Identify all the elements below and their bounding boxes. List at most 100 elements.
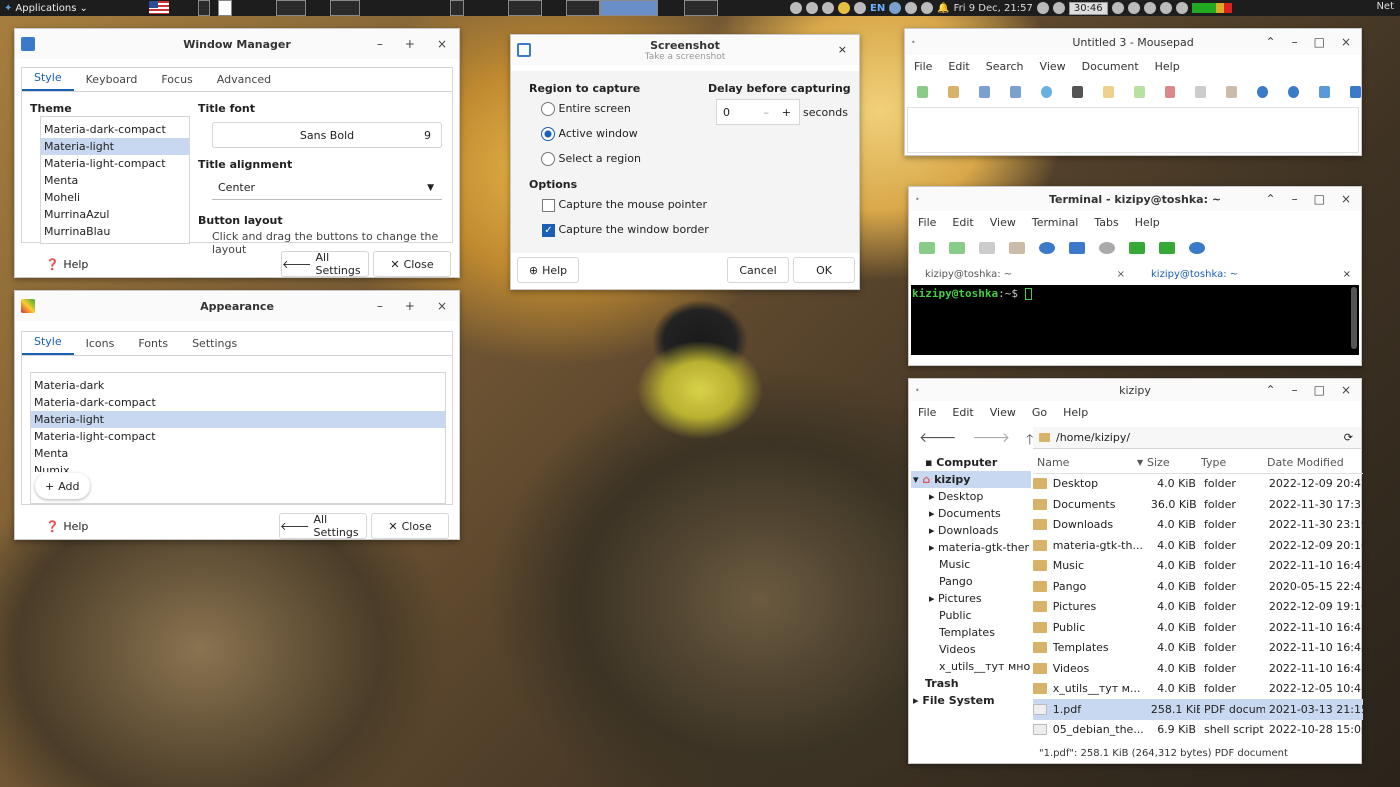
col-date[interactable]: Date Modified (1263, 456, 1363, 469)
tab-style[interactable]: Style (22, 71, 74, 91)
forward-icon[interactable]: 🡒 (973, 429, 1011, 453)
radio-entire-screen[interactable]: Entire screen (541, 102, 631, 116)
tree-item-pictures[interactable]: ▸ Pictures (911, 590, 1031, 607)
list-item[interactable]: Materia-dark-compact (31, 394, 445, 411)
menu-file[interactable]: File (914, 60, 932, 73)
location-bar[interactable]: /home/kizipy/ ⟳ (1033, 427, 1361, 449)
table-row[interactable]: Pictures 4.0 KiB folder 2022-12-09 19:16:58 (1033, 597, 1363, 618)
menu-go[interactable]: Go (1032, 406, 1047, 419)
chevron-up-icon[interactable]: ⌃ (1266, 35, 1276, 49)
save-icon[interactable] (978, 86, 990, 98)
style-list[interactable]: Materia-dark Materia-dark-compact Materi… (30, 372, 446, 504)
workspace-5[interactable] (450, 0, 464, 16)
tray-icon-2[interactable] (806, 2, 818, 14)
minimize-button[interactable]: – (377, 299, 383, 313)
tab-keyboard[interactable]: Keyboard (74, 73, 150, 91)
new-window-icon[interactable] (949, 242, 965, 254)
list-item-selected[interactable]: Materia-light (41, 138, 189, 155)
tree-item-videos[interactable]: Videos (911, 641, 1031, 658)
chevron-up-icon[interactable]: ⌃ (1266, 192, 1276, 206)
copy-icon[interactable] (1195, 86, 1207, 98)
find-icon[interactable] (1257, 86, 1269, 98)
minimize-button[interactable]: – (1292, 192, 1298, 206)
cancel-button[interactable]: Cancel (727, 257, 789, 283)
tray-icon-13[interactable] (1143, 2, 1156, 14)
titlebar[interactable]: Appearance – + × (15, 291, 459, 321)
tray-icon-14[interactable] (1159, 2, 1172, 14)
terminal-output[interactable]: kizipy@toshka:~$ (911, 285, 1359, 355)
tray-icon-11[interactable] (1111, 2, 1124, 14)
us-flag-icon[interactable] (149, 1, 169, 14)
undo-icon[interactable] (1102, 86, 1114, 98)
title-alignment-dropdown[interactable]: Center ▼ (212, 176, 442, 200)
workspace-2[interactable] (218, 0, 232, 16)
tray-icon-4[interactable] (838, 2, 850, 14)
tree-item-templates[interactable]: Templates (911, 624, 1031, 641)
tray-icon-10[interactable] (1052, 2, 1065, 14)
clock[interactable]: Fri 9 Dec, 21:57 (954, 3, 1033, 14)
tab-icons[interactable]: Icons (74, 337, 127, 355)
notification-icon[interactable]: 🔔 (937, 3, 949, 14)
menu-edit[interactable]: Edit (952, 406, 973, 419)
menu-file[interactable]: File (918, 406, 936, 419)
tree-item-computer[interactable]: ▪ Computer (911, 454, 1031, 471)
tree-item-xutils[interactable]: x_utils__тут мно (911, 658, 1031, 675)
checkbox-window-border[interactable]: ✓ Capture the window border (542, 223, 709, 237)
tree-item-public[interactable]: Public (911, 607, 1031, 624)
workspace-7[interactable] (566, 0, 600, 16)
text-editor-area[interactable] (907, 107, 1359, 153)
close-doc-icon[interactable] (1071, 86, 1083, 98)
list-item[interactable]: Materia-light-compact (41, 155, 189, 172)
menu-document[interactable]: Document (1082, 60, 1139, 73)
preferences-icon[interactable] (1099, 242, 1115, 254)
titlebar[interactable]: • Terminal - kizipy@toshka: ~ ⌃ – □ × (909, 187, 1361, 211)
tray-icon-15[interactable] (1175, 2, 1188, 14)
reload-icon[interactable] (1040, 86, 1052, 98)
all-settings-button[interactable]: 🡐 All Settings (279, 513, 367, 539)
chevron-up-icon[interactable]: ⌃ (1266, 383, 1276, 397)
close-window-button[interactable]: × (1341, 383, 1351, 397)
tray-icon-3[interactable] (822, 2, 834, 14)
minimize-button[interactable]: – (1292, 35, 1298, 49)
help-button[interactable]: ⊕ Help (517, 257, 579, 283)
applications-menu[interactable]: ✦ Applications ⌄ (0, 3, 92, 14)
menu-help[interactable]: Help (1063, 406, 1088, 419)
tree-item-home[interactable]: ▾ ⌂ kizipy (911, 471, 1031, 488)
add-button[interactable]: + Add (35, 473, 90, 499)
new-tab-icon[interactable] (919, 242, 935, 254)
table-row[interactable]: Desktop 4.0 KiB folder 2022-12-09 20:42:35 (1033, 474, 1363, 495)
reload-icon[interactable]: ⟳ (1344, 431, 1353, 444)
increment-icon[interactable]: + (782, 106, 791, 119)
checkbox-mouse-pointer[interactable]: Capture the mouse pointer (542, 198, 707, 212)
workspace-1[interactable] (198, 0, 210, 16)
forward-arrow-icon[interactable] (1159, 242, 1175, 254)
menu-edit[interactable]: Edit (948, 60, 969, 73)
workspace-active[interactable] (600, 0, 658, 16)
help-button[interactable]: ❓ Help (31, 513, 103, 539)
paste-icon[interactable] (1009, 242, 1025, 254)
list-item[interactable]: Numix (31, 462, 445, 472)
theme-list[interactable]: Materia-dark-compact Materia-light Mater… (40, 116, 190, 244)
list-item[interactable]: Moheli (41, 189, 189, 206)
close-button[interactable]: ✕ Close (371, 513, 449, 539)
tree-item-music[interactable]: Music (911, 556, 1031, 573)
close-tab-icon[interactable]: × (1117, 269, 1125, 280)
tree-item-downloads[interactable]: ▸ Downloads (911, 522, 1031, 539)
list-item[interactable]: MurrinaBlau (41, 223, 189, 240)
menu-view[interactable]: View (990, 216, 1016, 229)
table-row[interactable]: Public 4.0 KiB folder 2022-11-10 16:43:33 (1033, 617, 1363, 638)
title-font-button[interactable]: Sans Bold 9 (212, 122, 442, 148)
tree-item-desktop[interactable]: ▸ Desktop (911, 488, 1031, 505)
tray-icon-6[interactable] (889, 2, 902, 14)
language-indicator[interactable]: EN (870, 3, 885, 14)
col-name[interactable]: Name (1033, 456, 1137, 469)
list-item[interactable]: Materia-dark-compact (41, 121, 189, 138)
table-row[interactable]: Music 4.0 KiB folder 2022-11-10 16:43:33 (1033, 556, 1363, 577)
tray-icon-9[interactable] (1036, 2, 1049, 14)
titlebar[interactable]: Screenshot Take a screenshot × (511, 35, 859, 65)
close-window-button[interactable]: × (1341, 35, 1351, 49)
cut-icon[interactable] (1164, 86, 1176, 98)
minimize-button[interactable]: – (1292, 383, 1298, 397)
net-label[interactable]: Net (1376, 1, 1394, 12)
new-icon[interactable] (917, 86, 928, 98)
